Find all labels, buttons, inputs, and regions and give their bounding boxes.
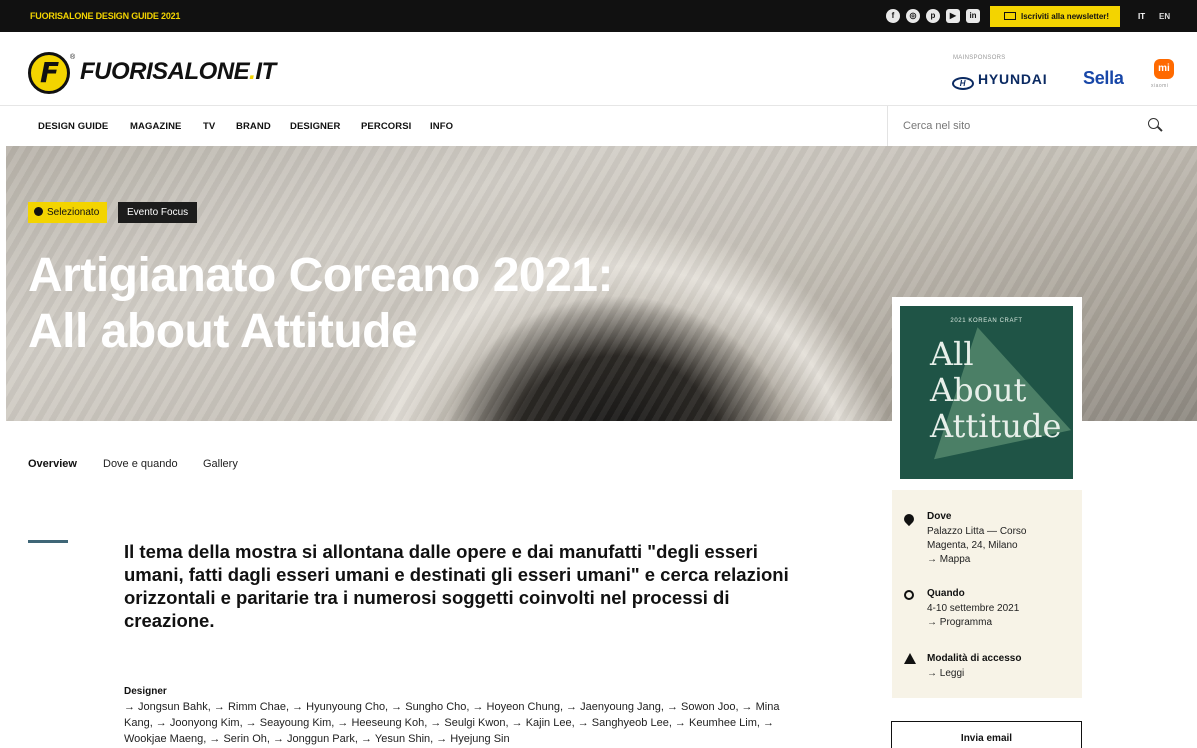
warning-icon (904, 653, 916, 664)
xiaomi-logo-icon[interactable]: mi (1154, 59, 1174, 79)
dove-address-line-1: Palazzo Litta — Corso (927, 526, 1027, 537)
poster-line-3: Attitude (930, 407, 1062, 445)
nav-brand[interactable]: BRAND (236, 121, 271, 132)
search-icon[interactable] (1148, 118, 1159, 129)
mail-icon (1004, 12, 1016, 20)
logo-text-main: FUORISALONE (80, 58, 250, 85)
quando-heading: Quando (927, 588, 965, 599)
clock-icon (904, 590, 914, 600)
social-links: f ◎ p ▶ in (886, 9, 980, 23)
poster-line-2: About (930, 371, 1027, 409)
instagram-icon[interactable]: ◎ (906, 9, 920, 23)
nav-tv[interactable]: TV (203, 121, 215, 132)
nav-magazine[interactable]: MAGAZINE (130, 121, 181, 132)
dove-address-line-2: Magenta, 24, Milano (927, 540, 1018, 551)
design-guide-link[interactable]: FUORISALONE DESIGN GUIDE 2021 (30, 11, 180, 21)
logo-registered-mark: ® (70, 54, 76, 61)
logo-icon[interactable]: F (28, 52, 70, 94)
access-read-link[interactable]: → Leggi (927, 668, 964, 679)
map-link[interactable]: → Mappa (927, 554, 970, 565)
intro-paragraph: Il tema della mostra si allontana dalle … (124, 541, 789, 631)
location-pin-icon (901, 511, 917, 527)
quando-dates: 4-10 settembre 2021 (927, 603, 1020, 614)
nav-info[interactable]: INFO (430, 121, 453, 132)
tab-gallery[interactable]: Gallery (203, 458, 238, 470)
newsletter-label: Iscriviti alla newsletter! (1021, 12, 1110, 21)
event-info-card: Dove Palazzo Litta — Corso Magenta, 24, … (892, 490, 1082, 698)
page-title-line-2: All about Attitude (28, 305, 418, 358)
poster-caption: 2021 KOREAN CRAFT (950, 318, 1023, 324)
nav-design-guide[interactable]: DESIGN GUIDE (38, 121, 108, 132)
section-divider (28, 540, 68, 543)
search-input[interactable] (903, 116, 1133, 136)
send-email-button[interactable]: Invia email (891, 721, 1082, 748)
designer-list[interactable]: → Jongsun Bahk, → Rimm Chae, → Hyunyoung… (124, 699, 804, 747)
nav-designer[interactable]: DESIGNER (290, 121, 340, 132)
hyundai-text: HYUNDAI (978, 71, 1048, 87)
page-title-line-1: Artigianato Coreano 2021: (28, 249, 613, 302)
nav-percorsi[interactable]: PERCORSI (361, 121, 411, 132)
tab-dove-e-quando[interactable]: Dove e quando (103, 458, 178, 470)
lang-en-link[interactable]: EN (1159, 12, 1170, 21)
search-box (887, 106, 1177, 146)
sella-logo[interactable]: Sella (1083, 68, 1124, 89)
newsletter-button[interactable]: Iscriviti alla newsletter! (990, 6, 1120, 27)
event-focus-badge: Evento Focus (118, 202, 198, 223)
lang-it-link[interactable]: IT (1138, 12, 1145, 21)
tab-overview[interactable]: Overview (28, 458, 77, 470)
facebook-icon[interactable]: f (886, 9, 900, 23)
event-poster[interactable]: 2021 KOREAN CRAFT All About Attitude (900, 306, 1073, 479)
fuorisalone-badge-icon (34, 207, 43, 216)
top-bar: FUORISALONE DESIGN GUIDE 2021 f ◎ p ▶ in… (0, 0, 1197, 32)
pinterest-icon[interactable]: p (926, 9, 940, 23)
logo-wordmark[interactable]: FUORISALONE.IT (80, 58, 276, 86)
xiaomi-wordmark: xiaomi (1151, 83, 1169, 89)
logo-letter: F (40, 56, 60, 89)
selected-badge-label: Selezionato (47, 207, 100, 218)
program-link[interactable]: → Programma (927, 617, 992, 628)
poster-title: All About Attitude (930, 336, 1061, 444)
linkedin-icon[interactable]: in (966, 9, 980, 23)
site-header: F ® FUORISALONE.IT MAINSPONSORS H HYUNDAI… (0, 32, 1197, 106)
hyundai-logo[interactable]: H HYUNDAI (952, 71, 1047, 90)
poster-line-1: All (930, 335, 974, 373)
selected-badge: Selezionato (28, 202, 108, 223)
mainsponsors-label: MAINSPONSORS (953, 55, 1006, 61)
logo-text-suffix: IT (255, 58, 276, 85)
access-heading: Modalità di accesso (927, 653, 1022, 664)
designer-heading: Designer (124, 686, 167, 697)
hyundai-mark-icon: H (952, 77, 974, 90)
youtube-icon[interactable]: ▶ (946, 9, 960, 23)
dove-heading: Dove (927, 511, 952, 522)
page-title: Artigianato Coreano 2021: All about Attit… (28, 248, 788, 360)
